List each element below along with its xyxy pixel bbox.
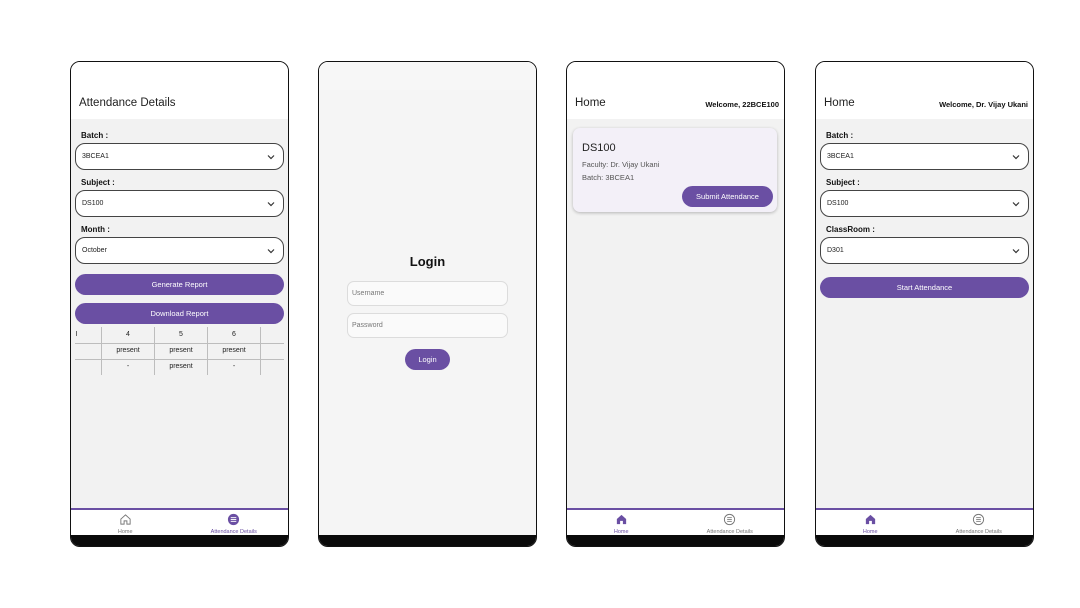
password-input[interactable]: Password	[347, 313, 508, 338]
classroom-select[interactable]: D301	[820, 237, 1029, 264]
course-card: DS100 Faculty: Dr. Vijay Ukani Batch: 3B…	[573, 128, 777, 212]
chevron-down-icon	[267, 155, 275, 160]
system-nav-bar	[816, 535, 1033, 546]
table-cell: present	[169, 347, 193, 354]
screens-stage: Attendance Details Batch : 3BCEA1 Subjec…	[0, 0, 1080, 608]
home-icon	[865, 514, 875, 525]
list-icon	[973, 513, 985, 526]
nav-home[interactable]: Home	[816, 510, 925, 537]
system-nav-bar	[567, 535, 784, 546]
classroom-label: ClassRoom :	[826, 225, 875, 234]
welcome-text: Welcome, 22BCE100	[705, 100, 779, 109]
generate-report-button[interactable]: Generate Report	[75, 274, 284, 295]
classroom-select-value: D301	[827, 247, 844, 254]
nav-home[interactable]: Home	[71, 510, 180, 537]
subject-select-value: DS100	[827, 200, 849, 207]
username-input[interactable]: Username	[347, 281, 508, 306]
subject-select[interactable]: DS100	[75, 190, 284, 217]
table-cell: -	[232, 363, 236, 370]
page-title: Home	[824, 97, 855, 109]
list-icon	[228, 513, 240, 526]
app-bar: Attendance Details	[71, 62, 288, 119]
chevron-down-icon	[267, 202, 275, 207]
attendance-form: Batch : 3BCEA1 Subject : DS100 Month : O…	[71, 119, 288, 508]
month-select-value: October	[82, 247, 107, 254]
month-select[interactable]: October	[75, 237, 284, 264]
nav-attendance-details[interactable]: Attendance Details	[925, 510, 1034, 537]
table-cell: present	[116, 347, 140, 354]
chevron-down-icon	[1012, 249, 1020, 254]
batch-text: Batch: 3BCEA1	[582, 173, 635, 182]
phone-faculty-home: Home Welcome, Dr. Vijay Ukani Batch : 3B…	[815, 61, 1034, 547]
faculty-text: Faculty: Dr. Vijay Ukani	[582, 160, 660, 169]
attendance-table: I 4 5 6 present present present - presen…	[75, 327, 284, 377]
batch-label: Batch :	[81, 131, 109, 140]
app-bar: Home Welcome, Dr. Vijay Ukani	[816, 62, 1033, 119]
app-bar: Home Welcome, 22BCE100	[567, 62, 784, 119]
system-nav-bar	[319, 535, 536, 546]
batch-select-value: 3BCEA1	[827, 153, 854, 160]
phone-student-home: Home Welcome, 22BCE100 DS100 Faculty: Dr…	[566, 61, 785, 547]
status-area	[319, 62, 536, 90]
bottom-navigation: Home Attendance Details	[816, 508, 1033, 535]
batch-select[interactable]: 3BCEA1	[75, 143, 284, 170]
subject-select-value: DS100	[82, 200, 104, 207]
start-attendance-button[interactable]: Start Attendance	[820, 277, 1029, 298]
table-header: 6	[232, 331, 236, 338]
home-content: DS100 Faculty: Dr. Vijay Ukani Batch: 3B…	[567, 119, 784, 508]
start-attendance-form: Batch : 3BCEA1 Subject : DS100 ClassRoom…	[816, 119, 1033, 508]
nav-attendance-details[interactable]: Attendance Details	[676, 510, 785, 537]
chevron-down-icon	[267, 249, 275, 254]
list-icon	[724, 513, 736, 526]
phone-login: Login Username Password Login	[318, 61, 537, 547]
table-header: 4	[126, 331, 130, 338]
batch-select[interactable]: 3BCEA1	[820, 143, 1029, 170]
subject-select[interactable]: DS100	[820, 190, 1029, 217]
bottom-navigation: Home Attendance Details	[71, 508, 288, 535]
home-icon	[120, 514, 131, 525]
batch-label: Batch :	[826, 131, 854, 140]
download-report-button[interactable]: Download Report	[75, 303, 284, 324]
system-nav-bar	[71, 535, 288, 546]
table-header: I	[75, 331, 78, 338]
table-cell: present	[169, 363, 193, 370]
login-title: Login	[409, 254, 446, 269]
bottom-navigation: Home Attendance Details	[567, 508, 784, 535]
welcome-text: Welcome, Dr. Vijay Ukani	[939, 100, 1028, 109]
batch-select-value: 3BCEA1	[82, 153, 109, 160]
table-cell: -	[126, 363, 130, 370]
login-button[interactable]: Login	[405, 349, 450, 370]
phone-attendance-details: Attendance Details Batch : 3BCEA1 Subjec…	[70, 61, 289, 547]
page-title: Attendance Details	[79, 97, 176, 109]
month-label: Month :	[81, 225, 110, 234]
chevron-down-icon	[1012, 155, 1020, 160]
subject-label: Subject :	[81, 178, 115, 187]
subject-label: Subject :	[826, 178, 860, 187]
page-title: Home	[575, 97, 606, 109]
nav-attendance-details[interactable]: Attendance Details	[180, 510, 289, 537]
chevron-down-icon	[1012, 202, 1020, 207]
submit-attendance-button[interactable]: Submit Attendance	[682, 186, 773, 207]
table-header: 5	[179, 331, 183, 338]
course-code: DS100	[582, 142, 616, 154]
home-icon	[616, 514, 626, 525]
table-cell: present	[222, 347, 246, 354]
nav-home[interactable]: Home	[567, 510, 676, 537]
